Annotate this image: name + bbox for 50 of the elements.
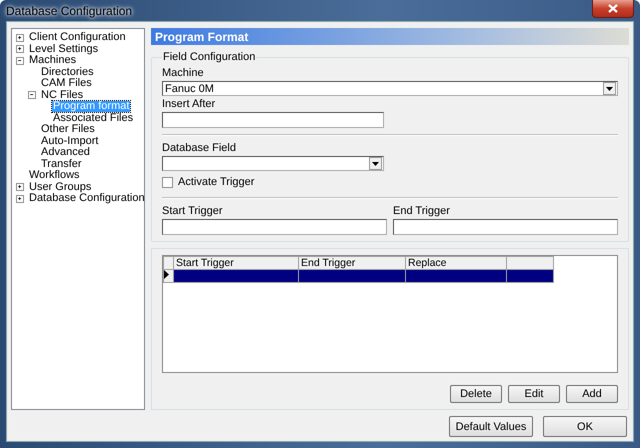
tree-item[interactable]: Advanced — [40, 147, 91, 158]
grid-action-button[interactable]: Delete — [450, 385, 502, 403]
database-field-dropdown[interactable] — [162, 156, 384, 171]
tree-item[interactable]: NC Files — [40, 90, 84, 101]
collapse-icon[interactable] — [28, 91, 36, 100]
input-field[interactable] — [162, 219, 387, 235]
expand-icon[interactable] — [16, 34, 24, 42]
field-label: Machine — [162, 67, 205, 79]
expand-icon[interactable] — [16, 183, 24, 192]
page-title: Program Format — [151, 28, 629, 45]
expand-icon[interactable] — [16, 45, 24, 54]
grid-action-button[interactable]: Add — [566, 385, 618, 403]
field-label: Database Field — [162, 142, 237, 154]
column-header — [506, 256, 554, 270]
window-title: Database Configuration — [6, 4, 132, 18]
tree-item[interactable]: Machines — [28, 55, 78, 66]
tree-item[interactable]: Auto-Import — [40, 136, 100, 147]
field-label: Insert After — [162, 98, 216, 110]
field-label: Start Trigger — [162, 205, 224, 217]
close-button[interactable] — [592, 0, 634, 18]
group-title: Field Configuration — [162, 51, 256, 63]
row-pointer-icon — [164, 270, 169, 279]
field-label: End Trigger — [393, 205, 451, 217]
tree-item[interactable]: Transfer — [40, 158, 83, 170]
machine-dropdown[interactable]: Fanuc 0M — [162, 81, 618, 96]
checkbox-label: Activate Trigger — [178, 176, 254, 188]
collapse-icon[interactable] — [16, 56, 24, 65]
dialog-button[interactable]: OK — [543, 416, 627, 437]
tree-item[interactable]: Other Files — [40, 124, 96, 136]
grid-row[interactable] — [164, 270, 554, 282]
expand-icon[interactable] — [16, 194, 24, 203]
checkbox[interactable] — [162, 176, 173, 188]
dialog-button[interactable]: Default Values — [449, 416, 533, 437]
input-field[interactable] — [162, 112, 384, 128]
tree-item[interactable]: Directories — [40, 66, 95, 78]
tree-item[interactable]: Database Configuration — [28, 193, 146, 204]
tree-item[interactable]: Workflows — [28, 170, 81, 182]
tree-item[interactable]: User Groups — [28, 182, 92, 193]
column-header[interactable]: Start Trigger — [174, 256, 298, 270]
dropdown-icon — [603, 82, 616, 95]
tree-item[interactable]: Associated Files — [52, 112, 134, 124]
grid-action-button[interactable]: Edit — [508, 385, 560, 403]
tree-item[interactable]: Client Configuration — [28, 32, 127, 44]
input-field[interactable] — [393, 219, 618, 235]
tree-item[interactable]: Level Settings — [28, 44, 100, 55]
column-header[interactable]: End Trigger — [298, 256, 406, 270]
close-icon — [608, 4, 618, 13]
column-header[interactable]: Replace — [406, 256, 506, 270]
dropdown-icon — [369, 157, 382, 170]
tree-item[interactable]: CAM Files — [40, 78, 93, 90]
